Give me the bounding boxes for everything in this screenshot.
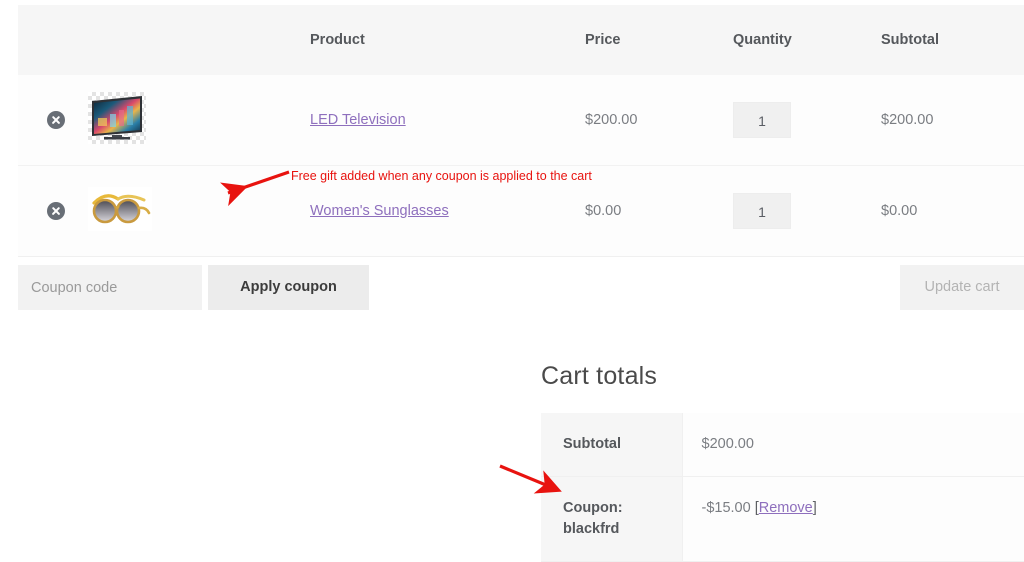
shop-cart-table: Product Price Quantity Subtotal LED Tele… [18,5,1024,257]
cart-item-name-cell: LED Television [310,75,585,166]
cart-item-subtotal: $200.00 [881,75,1024,166]
cart-totals-title: Cart totals [541,362,658,390]
cart-item-spacer-cell [160,75,310,166]
cart-item-remove-cell [18,165,88,257]
cart-item-name-cell: Women's Sunglasses [310,165,585,257]
womens-sunglasses-thumbnail[interactable] [88,187,152,231]
cart-totals-section: Cart totals Subtotal $200.00 Coupon: bla… [541,362,1024,562]
cart-item-price: $0.00 [585,165,733,257]
cart-item-subtotal: $0.00 [881,165,1024,257]
table-row: Women's Sunglasses $0.00 1 $0.00 [18,165,1024,257]
header-product: Product [310,5,585,75]
cart-totals-table: Subtotal $200.00 Coupon: blackfrd -$15.0… [541,413,1024,562]
cart-item-quantity-cell: 1 [733,75,881,166]
cart-item-price: $200.00 [585,75,733,166]
header-spacer [160,5,310,75]
product-link-led-television[interactable]: LED Television [310,112,406,128]
led-television-thumbnail[interactable] [88,92,146,144]
header-remove [18,5,88,75]
header-subtotal: Subtotal [881,5,1024,75]
totals-value-coupon: -$15.00 [Remove] [682,476,1024,562]
cart-item-spacer-cell [160,165,310,257]
totals-label-coupon: Coupon: blackfrd [541,476,683,562]
quantity-input[interactable]: 1 [733,193,791,229]
quantity-input[interactable]: 1 [733,102,791,138]
remove-circle-x-icon[interactable] [47,111,65,129]
header-quantity: Quantity [733,5,881,75]
table-row: LED Television $200.00 1 $200.00 [18,75,1024,166]
header-thumbnail [88,5,160,75]
totals-label-subtotal: Subtotal [541,413,683,478]
coupon-discount-amount: -$15.00 [701,500,751,517]
update-cart-button[interactable]: Update cart [900,265,1024,310]
bracket-close: ] [812,500,817,517]
remove-coupon-link[interactable]: Remove [759,500,813,516]
remove-circle-x-icon[interactable] [47,202,65,220]
totals-value-subtotal: $200.00 [682,413,1024,478]
cart-item-thumbnail-cell [88,75,160,166]
cart-table-header-row: Product Price Quantity Subtotal [18,5,1024,75]
apply-coupon-button[interactable]: Apply coupon [208,265,369,310]
totals-row-subtotal: Subtotal $200.00 [541,413,1024,478]
cart-item-thumbnail-cell [88,165,160,257]
cart-item-remove-cell [18,75,88,166]
totals-row-coupon: Coupon: blackfrd -$15.00 [Remove] [541,476,1024,562]
product-link-womens-sunglasses[interactable]: Women's Sunglasses [310,203,449,219]
coupon-code-input[interactable] [18,265,202,310]
cart-item-quantity-cell: 1 [733,165,881,257]
cart-actions-row: Apply coupon Update cart [18,265,1024,310]
header-price: Price [585,5,733,75]
